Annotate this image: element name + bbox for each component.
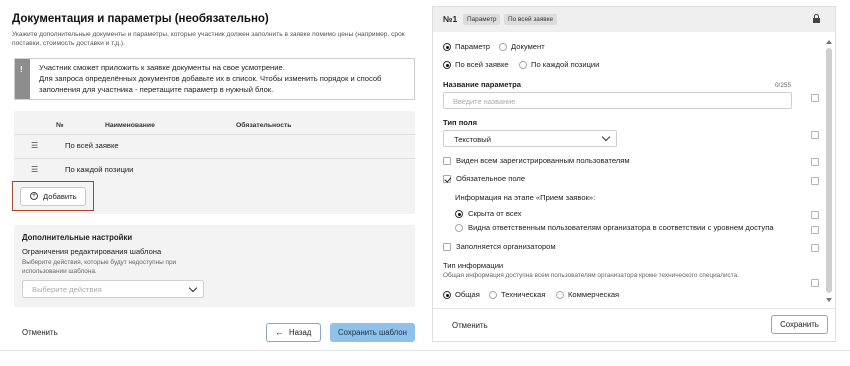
kind-radio-parameter[interactable] [443,43,451,51]
info-type-label: Тип информации [443,261,504,270]
required-checkbox[interactable] [443,175,451,183]
scrollbar-thumb[interactable] [826,48,832,293]
side-checkbox[interactable] [811,158,819,166]
name-label: Название параметра [443,80,521,89]
scrollbar[interactable] [826,40,832,304]
table-row[interactable]: ☰ По всей заявке [14,134,415,157]
filled-by-org-checkbox[interactable] [443,243,451,251]
info-notice: ! Участник сможет приложить к заявке док… [14,58,415,100]
info-type-radio-general[interactable] [443,291,451,299]
required-label: Обязательное поле [456,174,526,183]
scope-tag: По всей заявке [504,14,558,25]
restrictions-select-placeholder: Выберите действия [32,285,102,294]
side-checkbox[interactable] [811,94,819,102]
info-type-radio-commercial[interactable] [556,291,564,299]
row-label: По каждой позиции [65,165,134,174]
settings-hint: Выберите действия, которые будут недосту… [22,259,177,275]
field-type-value: Текстовый [454,135,491,144]
kind-option-label: Параметр [455,42,491,51]
arrow-left-icon: ← [275,327,284,337]
stage-radio-hidden[interactable] [455,210,463,218]
back-button[interactable]: ← Назад [266,323,321,342]
settings-title: Дополнительные настройки [22,233,133,242]
name-counter: 0/255 [775,82,791,89]
parameter-number: №1 [443,14,458,24]
stage-info-label: Информация на этапе «Прием заявок»: [455,193,596,202]
scope-option-label: По всей заявке [455,60,509,69]
add-button-label: Добавить [43,192,77,201]
visible-all-label: Виден всем зарегистрированным пользовате… [456,156,630,165]
stage-option-label: Видна ответственным пользователям органи… [468,223,774,232]
table-row[interactable]: ☰ По каждой позиции [14,158,415,181]
info-line: заполнения для участника - перетащите па… [39,85,274,94]
visible-all-checkbox[interactable] [443,157,451,165]
chevron-down-icon [188,283,198,293]
side-checkbox[interactable] [811,211,819,219]
drag-handle-icon[interactable]: ☰ [31,141,38,150]
settings-subtitle: Ограничения редактирования шаблона [22,247,162,256]
back-button-label: Назад [289,328,312,337]
parameter-editor-panel: №1 Параметр По всей заявке Параметр Доку… [432,6,836,342]
side-checkbox[interactable] [811,177,819,185]
column-header-name: Наименование [105,122,155,129]
restrictions-select[interactable]: Выберите действия [22,280,204,298]
chevron-down-icon [601,132,611,142]
field-type-select[interactable]: Текстовый [443,130,617,147]
lock-icon[interactable] [813,14,820,23]
row-label: По всей заявке [65,141,119,150]
side-checkbox[interactable] [811,279,819,287]
info-type-option-label: Коммерческая [568,290,620,299]
scroll-down-icon[interactable] [826,298,832,302]
save-template-button[interactable]: Сохранить шаблон [330,323,415,342]
info-line: Участник сможет приложить к заявке докум… [39,63,285,72]
template-editor-panel: Документация и параметры (необязательно)… [0,0,425,350]
column-header-number: № [56,122,64,129]
save-button[interactable]: Сохранить [771,315,828,334]
info-type-option-label: Техническая [501,290,546,299]
add-button[interactable]: + Добавить [20,187,86,206]
name-placeholder: Введите название [453,97,516,106]
stage-radio-visible[interactable] [455,224,463,232]
filled-by-org-label: Заполняется организатором [456,242,556,251]
scope-radio-each[interactable] [519,61,527,69]
drag-handle-icon[interactable]: ☰ [31,165,38,174]
parameter-header: №1 Параметр По всей заявке [433,7,835,32]
scroll-up-icon[interactable] [826,40,832,44]
info-type-radio-technical[interactable] [489,291,497,299]
kind-radio-document[interactable] [499,43,507,51]
stage-option-label: Скрыта от всех [468,209,522,218]
info-type-option-label: Общая [455,290,480,299]
field-type-label: Тип поля [443,118,478,127]
info-type-hint: Общая информация доступна всем пользоват… [443,272,739,279]
column-header-required: Обязательность [236,122,292,129]
info-icon: ! [15,59,30,99]
side-checkbox[interactable] [811,226,819,234]
type-tag: Параметр [463,14,501,25]
plus-circle-icon: + [30,192,38,200]
kind-option-label: Документ [511,42,545,51]
side-checkbox[interactable] [811,131,819,139]
cancel-link[interactable]: Отменить [22,328,58,337]
info-line: Для запроса определённых документов доба… [39,74,382,83]
page-title: Документация и параметры (необязательно) [12,13,269,25]
scope-option-label: По каждой позиции [531,60,600,69]
side-checkbox[interactable] [811,244,819,252]
divider [433,308,835,309]
cancel-link[interactable]: Отменить [452,321,488,330]
info-icon-glyph: ! [20,65,23,74]
additional-settings: Дополнительные настройки Ограничения ред… [14,225,415,307]
scope-radio-whole[interactable] [443,61,451,69]
page-subtitle: Укажите дополнительные документы и парам… [12,31,405,47]
divider [0,350,850,351]
info-notice-text: Участник сможет приложить к заявке докум… [39,62,409,95]
parameter-name-input[interactable]: Введите название [443,92,792,109]
